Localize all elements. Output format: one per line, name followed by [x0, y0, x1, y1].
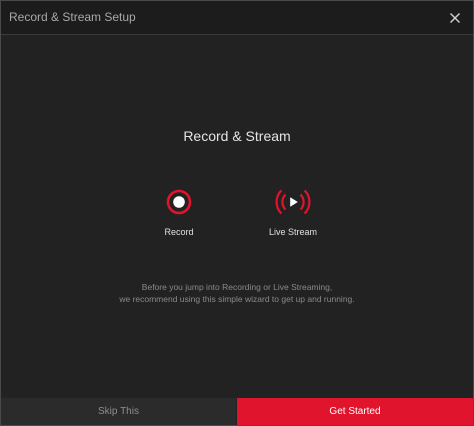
close-icon: [450, 13, 460, 23]
record-option[interactable]: Record: [134, 182, 224, 237]
record-label: Record: [164, 227, 194, 237]
live-stream-option[interactable]: Live Stream: [248, 182, 338, 237]
description: Before you jump into Recording or Live S…: [1, 281, 473, 305]
live-stream-icon: [273, 182, 313, 222]
window-title: Record & Stream Setup: [9, 10, 136, 24]
record-icon: [159, 182, 199, 222]
live-stream-label: Live Stream: [268, 227, 318, 237]
footer-bar: Skip This Get Started: [1, 398, 473, 425]
description-line-1: Before you jump into Recording or Live S…: [141, 282, 333, 292]
close-button[interactable]: [443, 6, 467, 30]
page-heading: Record & Stream: [183, 128, 291, 144]
title-bar: Record & Stream Setup: [1, 1, 473, 35]
description-line-2: we recommend using this simple wizard to…: [119, 294, 355, 304]
get-started-button[interactable]: Get Started: [237, 398, 473, 425]
skip-button[interactable]: Skip This: [1, 398, 236, 425]
setup-dialog: Record & Stream Setup Record & Stream Re…: [0, 0, 474, 426]
